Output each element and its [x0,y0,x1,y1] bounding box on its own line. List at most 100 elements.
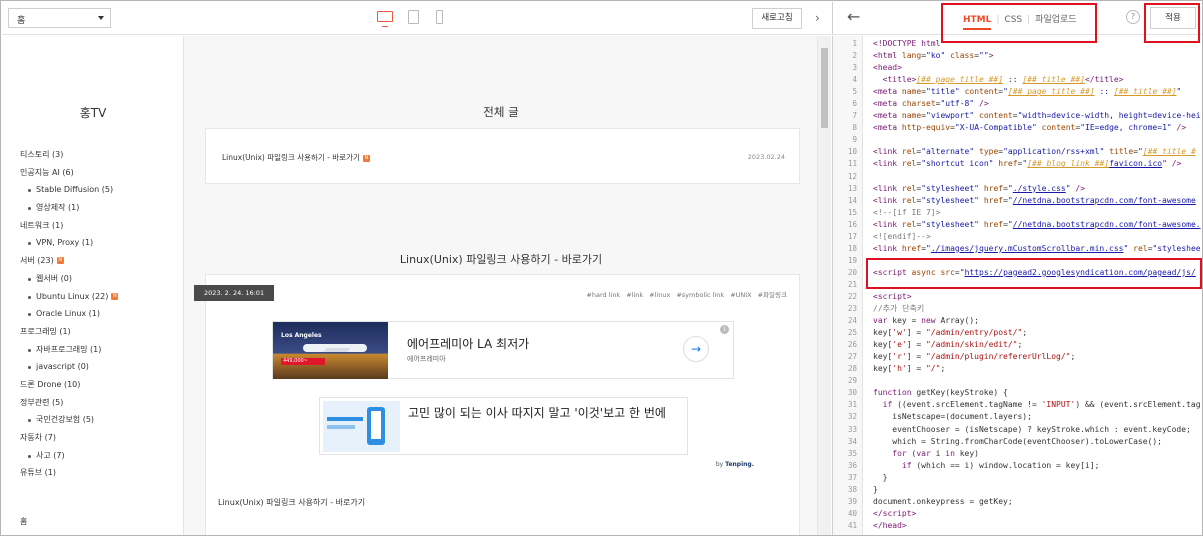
mobile-view-icon[interactable] [436,10,443,24]
subcategory-item[interactable]: 국민건강보험 (5) [20,411,180,429]
refresh-button[interactable]: 새로고침 [752,8,802,29]
code-line: 8 <meta http-equiv="X-UA-Compatible" cont… [833,122,1202,134]
line-number: 1 [852,39,857,48]
line-number: 40 [847,508,857,518]
post-body-title: Linux(Unix) 파일링크 사용하기 - 바로가기 [218,498,366,507]
ad-image-bar [327,417,363,421]
preview-toolbar: 홈 새로고침 › [2,2,831,35]
code-line: 39 document.onkeypress = getKey; [833,496,1202,508]
code-line: 2 <html lang="ko" class=""> [833,50,1202,62]
subcategory-item[interactable]: VPN, Proxy (1) [20,234,180,252]
code-line: 7 <meta name="viewport" content="width=de… [833,110,1202,122]
line-number: 34 [847,436,857,446]
category-label: 서버 (23) [20,256,54,266]
category-list: 티스토리 (3) 인공지능 AI (6) Stable Diffusion (5) 영… [20,146,180,482]
tag-link[interactable]: #link [626,291,643,299]
code-text: <html lang="ko" class=""> [873,51,994,61]
post-list-item-date: 2023.02.24 [747,153,785,161]
code-line: 12 [833,171,1202,183]
ad-banner-airline[interactable]: Los Angeles 449,000~ 에어프레미아 LA 최저가 에어프레미… [272,321,734,379]
code-text: <link rel="shortcut icon" href="[##_blog… [873,159,1182,169]
help-icon[interactable]: ? [1126,10,1140,24]
code-text: <script> [873,291,912,301]
code-line: 27 key['r'] = "/admin/plugin/refererUrlLo… [833,351,1202,363]
category-label: 네트워크 (1) [20,220,64,230]
line-number: 18 [847,243,857,253]
caret-down-icon [98,16,104,20]
category-item[interactable]: 서버 (23) N [20,252,180,270]
tag-link[interactable]: #hard link [586,291,620,299]
code-line: 11 <link rel="shortcut icon" href="[##_bl… [833,158,1202,170]
ad-image-bar [327,425,355,429]
category-item[interactable]: 드론 Drone (10) [20,376,180,394]
subcategory-item[interactable]: 영상제작 (1) [20,199,180,217]
subcategory-item[interactable]: Stable Diffusion (5) [20,181,180,199]
category-item[interactable]: 네트워크 (1) [20,217,180,235]
code-text: <title>[##_page_title_##] :: [##_title_#… [882,75,1124,85]
category-item[interactable]: 자동차 (7) [20,429,180,447]
code-text: <head> [873,63,902,73]
code-text: <link href="./images/jquery.mCustomScrol… [873,243,1201,253]
code-text: var key = new Array(); [873,316,979,326]
post-list-item[interactable]: Linux(Unix) 파일링크 사용하기 - 바로가기 N [222,152,370,163]
subcategory-item[interactable]: javascript (0) [20,358,180,376]
subcategory-item[interactable]: 웹서버 (0) [20,270,180,288]
code-line: 30 function getKey(keyStroke) { [833,387,1202,399]
back-arrow-icon[interactable]: ← [847,7,860,26]
preview-scrollbar[interactable] [817,36,831,535]
category-label: javascript (0) [36,362,89,372]
code-text: <link rel="alternate" type="application/… [873,147,1196,157]
collapse-panel-icon[interactable]: › [815,11,820,25]
code-text: <link rel="stylesheet" href="./style.css… [873,183,1086,193]
category-item[interactable]: 프로그래밍 (1) [20,323,180,341]
highlight-box-script [866,258,1202,289]
page-select[interactable]: 홈 [8,8,111,28]
tag-link[interactable]: #linux [649,291,670,299]
tablet-view-icon[interactable] [408,10,419,24]
code-text: if (which == i) window.location = key[i]… [901,460,1100,470]
code-line: 26 key['e'] = "/admin/skin/edit/"; [833,339,1202,351]
category-label: 티스토리 (3) [20,150,64,159]
line-number: 4 [852,75,857,85]
category-item[interactable]: 티스토리 (3) [20,146,180,164]
tag-link[interactable]: #UNIX [730,291,751,299]
code-text: <link rel="stylesheet" href="//netdna.bo… [873,219,1201,229]
info-icon[interactable]: i [720,325,729,334]
tag-link[interactable]: #symbolic link [676,291,724,299]
subcategory-item[interactable]: 자바프로그래밍 (1) [20,341,180,359]
line-number: 41 [847,520,857,530]
post-list-item-title: Linux(Unix) 파일링크 사용하기 - 바로가기 [222,153,360,162]
code-line: 17 <![endif]--> [833,231,1202,243]
code-line: 29 [833,375,1202,387]
tag-link[interactable]: #파일링크 [758,291,787,299]
line-number: 31 [847,400,857,410]
blog-name[interactable]: 홍TV [2,104,184,121]
line-number: 29 [847,376,857,386]
category-item[interactable]: 유튜브 (1) [20,464,180,482]
scrollbar-thumb[interactable] [821,48,828,128]
code-line: 18 <link href="./images/jquery.mCustomScr… [833,243,1202,255]
home-link[interactable]: 홈 [20,516,27,527]
code-text: key['w'] = "/admin/entry/post/"; [873,328,1028,338]
ad-image-text: Los Angeles [281,332,322,339]
subcategory-item[interactable]: Ubuntu Linux (22) N [20,288,180,306]
post-list-card: Linux(Unix) 파일링크 사용하기 - 바로가기 N 2023.02.24 [205,128,800,184]
subcategory-item[interactable]: 사고 (7) [20,447,180,465]
arrow-right-icon[interactable]: → [683,336,709,362]
line-number: 25 [847,328,857,338]
line-number: 14 [847,195,857,205]
ad-image-price: 449,000~ [281,358,325,365]
code-line: 6 <meta charset="utf-8" /> [833,98,1202,110]
code-line: 3 <head> [833,62,1202,74]
code-text: <meta name="viewport" content="width=dev… [873,111,1201,121]
line-number: 26 [847,340,857,350]
category-item[interactable]: 정부관련 (5) [20,394,180,412]
ad-banner-moving[interactable]: 고민 많이 되는 이사 따지지 말고 '이것'보고 한 번에 [319,397,688,455]
category-label: 정부관련 (5) [20,397,64,407]
subcategory-item[interactable]: Oracle Linux (1) [20,305,180,323]
category-item[interactable]: 인공지능 AI (6) [20,164,180,182]
line-number: 17 [847,231,857,241]
desktop-view-icon[interactable] [377,11,393,27]
line-number: 11 [847,159,857,169]
code-text: if ((event.srcElement.tagName != 'INPUT'… [882,400,1201,410]
